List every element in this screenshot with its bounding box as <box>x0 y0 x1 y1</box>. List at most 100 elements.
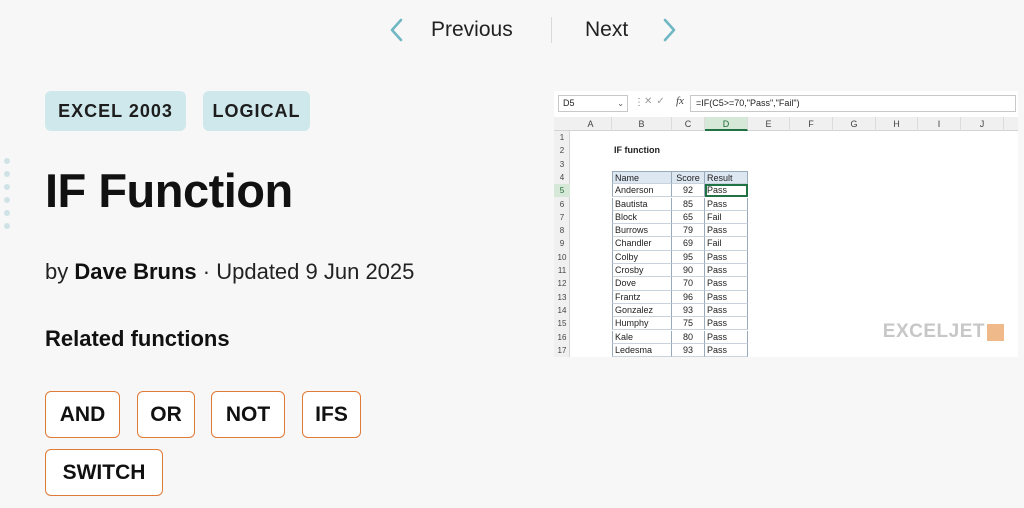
column-header-c: C <box>672 117 705 131</box>
row-headers: 1 2 3 4 5 6 7 8 9 10 11 12 13 14 15 16 17 <box>554 131 570 357</box>
nav-divider <box>551 17 552 43</box>
name-box: D5 ⌄ <box>558 95 628 112</box>
table-cell: Pass <box>705 224 748 238</box>
row-header-3: 3 <box>559 159 565 169</box>
tag-logical[interactable]: LOGICAL <box>203 91 310 131</box>
table-cell: 80 <box>672 330 705 344</box>
table-cell: 69 <box>672 237 705 251</box>
table-cell: Pass <box>705 317 748 331</box>
row-header-12: 12 <box>557 279 567 289</box>
table-cell: Gonzalez <box>612 303 672 318</box>
column-header-i: I <box>918 117 961 131</box>
table-header-result: Result <box>705 170 748 185</box>
table-header-score: Score <box>672 170 705 185</box>
exceljet-logo-icon <box>987 323 1004 341</box>
name-box-value: D5 <box>563 98 575 108</box>
table-cell: Pass <box>705 330 748 344</box>
table-cell: Pass <box>705 290 748 304</box>
chevron-left-icon <box>390 18 403 42</box>
table-cell: Burrows <box>612 224 672 238</box>
table-cell: Pass <box>705 277 748 291</box>
byline-prefix: by <box>45 259 69 284</box>
column-header-d: D <box>705 117 748 131</box>
row-header-15: 15 <box>557 319 567 329</box>
related-function-and[interactable]: AND <box>45 391 120 438</box>
table-cell: Pass <box>705 343 748 357</box>
table-cell: Bautista <box>612 197 672 211</box>
table-cell: 93 <box>672 303 705 318</box>
watermark-text: EXCELJET <box>882 321 985 342</box>
excel-example-screenshot: D5 ⌄ ⋮ ✕✓ fx =IF(C5>=70,"Pass","Fail") A… <box>554 91 1018 357</box>
table-cell: 75 <box>672 317 705 331</box>
author-name[interactable]: Dave Bruns <box>74 259 196 284</box>
table-cell: 65 <box>672 210 705 225</box>
table-cell: Anderson <box>612 184 672 198</box>
table-cell: Pass <box>705 250 748 264</box>
column-header-h: H <box>876 117 918 131</box>
column-header-a: A <box>570 117 612 131</box>
table-cell: Dove <box>612 277 672 291</box>
previous-label: Previous <box>431 18 513 41</box>
table-cell: 79 <box>672 224 705 238</box>
table-cell: Fail <box>705 210 748 225</box>
table-cell: 70 <box>672 277 705 291</box>
row-header-8: 8 <box>559 226 565 236</box>
more-icon: ⋮ <box>634 97 644 108</box>
article-nav: Previous Next <box>0 16 1024 46</box>
table-cell: Crosby <box>612 264 672 278</box>
row-header-14: 14 <box>557 305 567 315</box>
table-header-name: Name <box>612 170 672 185</box>
table-cell: Colby <box>612 250 672 264</box>
table-cell: Fail <box>705 237 748 251</box>
table-cell: 85 <box>672 197 705 211</box>
column-header-j: J <box>961 117 1004 131</box>
table-cell: Block <box>612 210 672 225</box>
row-header-2: 2 <box>559 146 565 156</box>
row-header-1: 1 <box>559 133 565 142</box>
related-function-ifs[interactable]: IFS <box>302 391 361 438</box>
column-header-g: G <box>833 117 876 131</box>
table-cell: Humphy <box>612 317 672 331</box>
table-cell: Pass <box>705 197 748 211</box>
previous-link[interactable]: Previous <box>386 16 513 44</box>
row-header-5: 5 <box>554 184 570 198</box>
exceljet-watermark: EXCELJET <box>883 321 1004 343</box>
chevron-right-icon <box>663 18 676 42</box>
related-function-or[interactable]: OR <box>137 391 195 438</box>
row-header-16: 16 <box>557 332 567 342</box>
byline: by Dave Bruns · Updated 9 Jun 2025 <box>45 259 414 285</box>
next-label: Next <box>585 18 629 41</box>
row-header-11: 11 <box>557 266 567 275</box>
next-link[interactable]: Next <box>585 16 680 44</box>
column-headers: ABCDEFGHIJ <box>554 117 1018 131</box>
row-header-4: 4 <box>559 172 565 182</box>
row-header-6: 6 <box>559 199 565 209</box>
chevron-down-icon: ⌄ <box>617 99 624 108</box>
related-function-not[interactable]: NOT <box>211 391 285 438</box>
table-cell: Pass <box>705 303 748 318</box>
table-cell: 92 <box>672 184 705 198</box>
table-cell: Pass <box>705 264 748 278</box>
table-cell: 90 <box>672 264 705 278</box>
table-cell: 95 <box>672 250 705 264</box>
table-cell: Chandler <box>612 237 672 251</box>
related-function-switch[interactable]: SWITCH <box>45 449 163 496</box>
sheet-title: IF function <box>614 145 660 156</box>
page-title: IF Function <box>45 164 293 217</box>
column-header-f: F <box>790 117 833 131</box>
table-cell: Kale <box>612 330 672 344</box>
table-cell: Frantz <box>612 290 672 304</box>
row-header-17: 17 <box>557 345 567 355</box>
formula-input: =IF(C5>=70,"Pass","Fail") <box>690 95 1016 112</box>
formula-bar: D5 ⌄ ⋮ ✕✓ fx =IF(C5>=70,"Pass","Fail") <box>554 95 1018 113</box>
row-header-7: 7 <box>559 212 565 222</box>
tag-excel-2003[interactable]: EXCEL 2003 <box>45 91 186 131</box>
cancel-enter-icons: ✕✓ <box>644 96 669 107</box>
table-cell: Ledesma <box>612 343 672 357</box>
column-header-b: B <box>612 117 672 131</box>
table-cell: 93 <box>672 343 705 357</box>
active-cell: Pass <box>705 184 748 198</box>
row-header-9: 9 <box>559 239 565 249</box>
decorative-dots <box>4 158 10 236</box>
updated-date: · Updated 9 Jun 2025 <box>202 259 415 284</box>
